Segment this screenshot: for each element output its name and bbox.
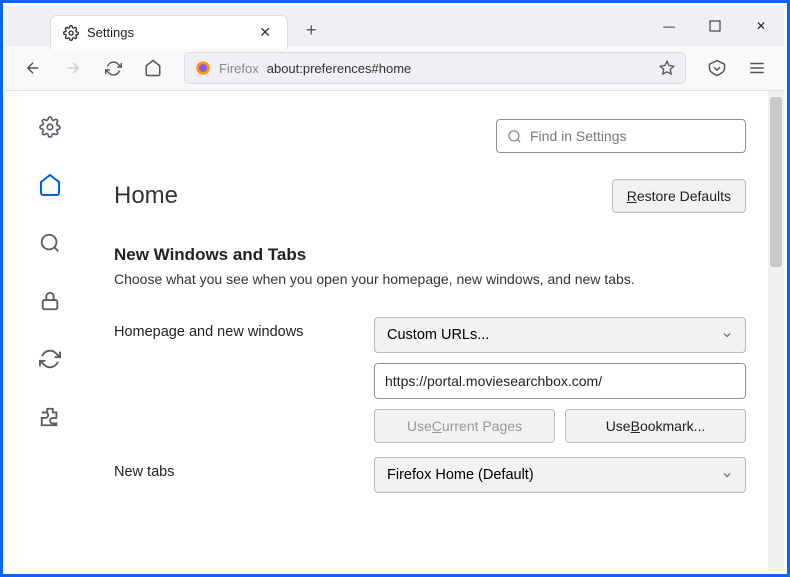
gear-icon [63, 25, 79, 41]
restore-defaults-button[interactable]: Restore Defaults [612, 179, 746, 213]
sidebar-item-sync[interactable] [32, 341, 68, 377]
maximize-button[interactable] [692, 6, 738, 46]
search-icon [507, 129, 522, 144]
search-placeholder: Find in Settings [530, 128, 627, 144]
newtabs-select-value: Firefox Home (Default) [387, 467, 534, 483]
tab-label: Settings [87, 25, 247, 40]
homepage-url-input[interactable] [374, 363, 746, 399]
chevron-down-icon [721, 329, 733, 341]
close-window-button[interactable]: ✕ [738, 6, 784, 46]
titlebar: Settings ✕ + — ✕ [6, 6, 784, 46]
main: Find in Settings Home Restore Defaults N… [94, 91, 784, 571]
newtabs-label: New tabs [114, 457, 354, 480]
url-host: Firefox [219, 61, 259, 76]
url-path: about:preferences#home [267, 61, 412, 76]
back-button[interactable] [16, 51, 50, 85]
page-title: Home [114, 182, 178, 210]
scrollbar[interactable] [768, 91, 784, 571]
appmenu-button[interactable] [740, 51, 774, 85]
homepage-label: Homepage and new windows [114, 317, 354, 340]
minimize-button[interactable]: — [646, 6, 692, 46]
sidebar-item-home[interactable] [32, 167, 68, 203]
newtabs-select[interactable]: Firefox Home (Default) [374, 457, 746, 493]
firefox-icon [195, 60, 211, 76]
sidebar [6, 91, 94, 571]
chevron-down-icon [721, 469, 733, 481]
reload-button[interactable] [96, 51, 130, 85]
homepage-select[interactable]: Custom URLs... [374, 317, 746, 353]
use-bookmark-button[interactable]: Use Bookmark... [565, 409, 746, 443]
section-desc: Choose what you see when you open your h… [114, 271, 746, 287]
forward-button[interactable] [56, 51, 90, 85]
url-bar[interactable]: Firefox about:preferences#home [184, 52, 686, 84]
search-settings-input[interactable]: Find in Settings [496, 119, 746, 153]
sidebar-item-privacy[interactable] [32, 283, 68, 319]
close-icon[interactable]: ✕ [255, 22, 275, 43]
sidebar-item-extensions[interactable] [32, 399, 68, 435]
toolbar: Firefox about:preferences#home [6, 46, 784, 91]
newtab-button[interactable]: + [298, 16, 325, 45]
scroll-thumb[interactable] [770, 97, 782, 267]
section-heading: New Windows and Tabs [114, 245, 746, 265]
homepage-select-value: Custom URLs... [387, 327, 489, 343]
bookmark-icon[interactable] [659, 60, 675, 76]
sidebar-item-general[interactable] [32, 109, 68, 145]
pocket-button[interactable] [700, 51, 734, 85]
tab-settings[interactable]: Settings ✕ [50, 15, 288, 49]
home-button[interactable] [136, 51, 170, 85]
sidebar-item-search[interactable] [32, 225, 68, 261]
use-current-pages-button[interactable]: Use Current Pages [374, 409, 555, 443]
